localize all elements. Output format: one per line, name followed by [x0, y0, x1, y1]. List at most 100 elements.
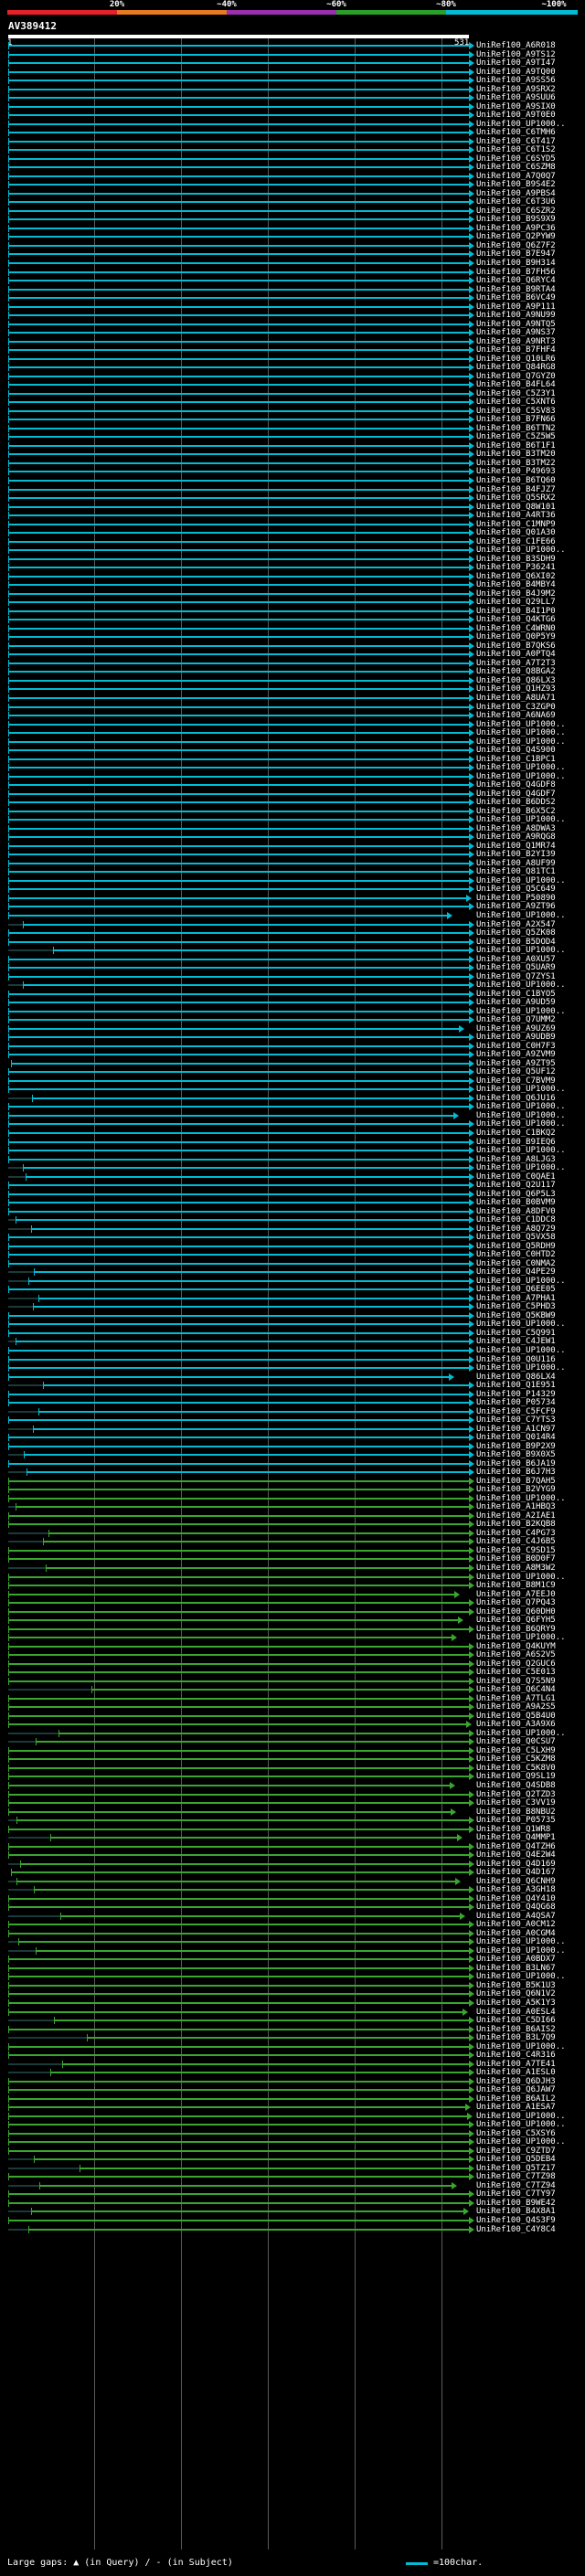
hit-row[interactable]: UniRef100_B7E947: [0, 249, 585, 259]
hit-label[interactable]: UniRef100_Q6CNH9: [476, 1877, 556, 1886]
hit-row[interactable]: UniRef100_A7TLG1: [0, 1694, 585, 1703]
hit-row[interactable]: UniRef100_UP1000..: [0, 1633, 585, 1642]
hit-label[interactable]: UniRef100_B9S4E2: [476, 180, 556, 189]
hit-label[interactable]: UniRef100_B9H314: [476, 259, 556, 268]
hit-row[interactable]: UniRef100_C5XSY6: [0, 2129, 585, 2138]
hit-label[interactable]: UniRef100_Q2PYW9: [476, 232, 556, 241]
hit-label[interactable]: UniRef100_UP1000..: [476, 546, 566, 555]
hit-row[interactable]: UniRef100_Q6P5L3: [0, 1190, 585, 1199]
hit-label[interactable]: UniRef100_UP1000..: [476, 1972, 566, 1981]
hit-row[interactable]: UniRef100_UP1000..: [0, 1937, 585, 1946]
hit-row[interactable]: UniRef100_A5K1Y3: [0, 1998, 585, 2008]
hit-label[interactable]: UniRef100_UP1000..: [476, 2137, 566, 2147]
hit-row[interactable]: UniRef100_A7Q0Q7: [0, 172, 585, 181]
hit-label[interactable]: UniRef100_Q4TZH6: [476, 1842, 556, 1851]
hit-label[interactable]: UniRef100_C5PHD3: [476, 1302, 556, 1311]
hit-row[interactable]: UniRef100_Q5SRX2: [0, 493, 585, 503]
hit-label[interactable]: UniRef100_C7TZ94: [476, 2181, 556, 2190]
hit-label[interactable]: UniRef100_Q6FYH5: [476, 1616, 556, 1625]
hit-row[interactable]: UniRef100_UP1000..: [0, 546, 585, 555]
hit-label[interactable]: UniRef100_A9RQG8: [476, 832, 556, 842]
hit-row[interactable]: UniRef100_Q4D169: [0, 1860, 585, 1869]
hit-label[interactable]: UniRef100_A3A9X6: [476, 1720, 556, 1729]
hit-label[interactable]: UniRef100_Q0P5Y9: [476, 632, 556, 641]
hit-row[interactable]: UniRef100_Q7UMM2: [0, 1015, 585, 1024]
hit-label[interactable]: UniRef100_B7FH56: [476, 268, 556, 277]
hit-row[interactable]: UniRef100_Q5TZ17: [0, 2164, 585, 2173]
hit-label[interactable]: UniRef100_Q6Z7F2: [476, 241, 556, 250]
hit-row[interactable]: UniRef100_B7QKS6: [0, 641, 585, 651]
hit-row[interactable]: UniRef100_A9SIX0: [0, 102, 585, 111]
hit-label[interactable]: UniRef100_C6SZM8: [476, 163, 556, 172]
hit-label[interactable]: UniRef100_UP1000..: [476, 728, 566, 737]
hit-label[interactable]: UniRef100_A8Q729: [476, 1224, 556, 1234]
hit-row[interactable]: UniRef100_B3SDH9: [0, 555, 585, 564]
hit-label[interactable]: UniRef100_Q5UAR9: [476, 963, 556, 972]
hit-label[interactable]: UniRef100_Q5VX58: [476, 1233, 556, 1242]
hit-label[interactable]: UniRef100_B3LN67: [476, 1964, 556, 1973]
hit-label[interactable]: UniRef100_A9SS56: [476, 76, 556, 85]
hit-row[interactable]: UniRef100_UP1000..: [0, 815, 585, 824]
hit-label[interactable]: UniRef100_B7E947: [476, 249, 556, 259]
hit-row[interactable]: UniRef100_C1BYO5: [0, 990, 585, 999]
hit-label[interactable]: UniRef100_B6VC49: [476, 293, 556, 302]
hit-row[interactable]: UniRef100_UP1000..: [0, 2042, 585, 2051]
hit-row[interactable]: UniRef100_Q86LX3: [0, 676, 585, 685]
hit-row[interactable]: UniRef100_B8M1C9: [0, 1581, 585, 1590]
hit-label[interactable]: UniRef100_Q7GYZ0: [476, 372, 556, 381]
hit-label[interactable]: UniRef100_A6S2V5: [476, 1650, 556, 1659]
hit-row[interactable]: UniRef100_A9NTQ5: [0, 320, 585, 329]
hit-row[interactable]: UniRef100_B7QAH5: [0, 1477, 585, 1486]
hit-row[interactable]: UniRef100_B9WE42: [0, 2199, 585, 2208]
hit-label[interactable]: UniRef100_A1ESL0: [476, 2068, 556, 2077]
hit-row[interactable]: UniRef100_Q6CNH9: [0, 1877, 585, 1886]
hit-row[interactable]: UniRef100_B6T1F1: [0, 441, 585, 451]
hit-label[interactable]: UniRef100_Q7S5N9: [476, 1677, 556, 1686]
hit-label[interactable]: UniRef100_A4QSA7: [476, 1912, 556, 1921]
hit-row[interactable]: UniRef100_A9TQ00: [0, 68, 585, 77]
hit-row[interactable]: UniRef100_C6SYD5: [0, 154, 585, 164]
hit-row[interactable]: UniRef100_UP1000..: [0, 1163, 585, 1172]
hit-row[interactable]: UniRef100_C4WRN0: [0, 624, 585, 633]
hit-row[interactable]: UniRef100_Q6XI02: [0, 572, 585, 581]
hit-row[interactable]: UniRef100_Q84RG8: [0, 363, 585, 372]
hit-label[interactable]: UniRef100_B6AIS2: [476, 2025, 556, 2034]
hit-label[interactable]: UniRef100_B0D0F7: [476, 1554, 556, 1564]
hit-row[interactable]: UniRef100_UP1000..: [0, 1729, 585, 1738]
hit-row[interactable]: UniRef100_C6T1S2: [0, 145, 585, 154]
hit-row[interactable]: UniRef100_A9RQG8: [0, 832, 585, 842]
hit-label[interactable]: UniRef100_A2IAE1: [476, 1511, 556, 1521]
hit-label[interactable]: UniRef100_C1DDC8: [476, 1215, 556, 1224]
hit-row[interactable]: UniRef100_Q7PQ43: [0, 1598, 585, 1607]
hit-label[interactable]: UniRef100_UP1000..: [476, 1146, 566, 1155]
hit-row[interactable]: UniRef100_Q4E2W4: [0, 1850, 585, 1860]
hit-label[interactable]: UniRef100_UP1000..: [476, 1277, 566, 1286]
hit-row[interactable]: UniRef100_A4RT36: [0, 511, 585, 520]
hit-label[interactable]: UniRef100_Q86LX3: [476, 676, 556, 685]
hit-row[interactable]: UniRef100_P05735: [0, 1816, 585, 1825]
hit-row[interactable]: UniRef100_Q1HZ93: [0, 684, 585, 694]
hit-row[interactable]: UniRef100_C0NMA2: [0, 1259, 585, 1268]
hit-label[interactable]: UniRef100_B7FN66: [476, 415, 556, 424]
hit-label[interactable]: UniRef100_Q4PE29: [476, 1267, 556, 1277]
hit-row[interactable]: UniRef100_Q6RYC4: [0, 276, 585, 285]
hit-row[interactable]: UniRef100_B6X5C2: [0, 807, 585, 816]
hit-row[interactable]: UniRef100_C7TZ98: [0, 2172, 585, 2181]
hit-label[interactable]: UniRef100_Q7PQ43: [476, 1598, 556, 1607]
hit-label[interactable]: UniRef100_B6J7H3: [476, 1468, 556, 1477]
hit-label[interactable]: UniRef100_Q2U117: [476, 1181, 556, 1190]
hit-label[interactable]: UniRef100_C5Z5W5: [476, 432, 556, 441]
hit-label[interactable]: UniRef100_Q4MMP1: [476, 1833, 556, 1842]
hit-row[interactable]: UniRef100_Q4SDB8: [0, 1781, 585, 1790]
hit-label[interactable]: UniRef100_B9S9X9: [476, 215, 556, 224]
hit-label[interactable]: UniRef100_Q6P5L3: [476, 1190, 556, 1199]
hit-row[interactable]: UniRef100_A1ESL0: [0, 2068, 585, 2077]
hit-row[interactable]: UniRef100_C1BKQ2: [0, 1129, 585, 1138]
hit-row[interactable]: UniRef100_C6T417: [0, 137, 585, 146]
hit-row[interactable]: UniRef100_A8UA71: [0, 694, 585, 703]
hit-row[interactable]: UniRef100_B3LN67: [0, 1964, 585, 1973]
hit-row[interactable]: UniRef100_A9ZVM9: [0, 1050, 585, 1059]
hit-label[interactable]: UniRef100_A9T0E0: [476, 111, 556, 120]
hit-row[interactable]: UniRef100_A9SS56: [0, 76, 585, 85]
hit-row[interactable]: UniRef100_A6NA69: [0, 711, 585, 720]
